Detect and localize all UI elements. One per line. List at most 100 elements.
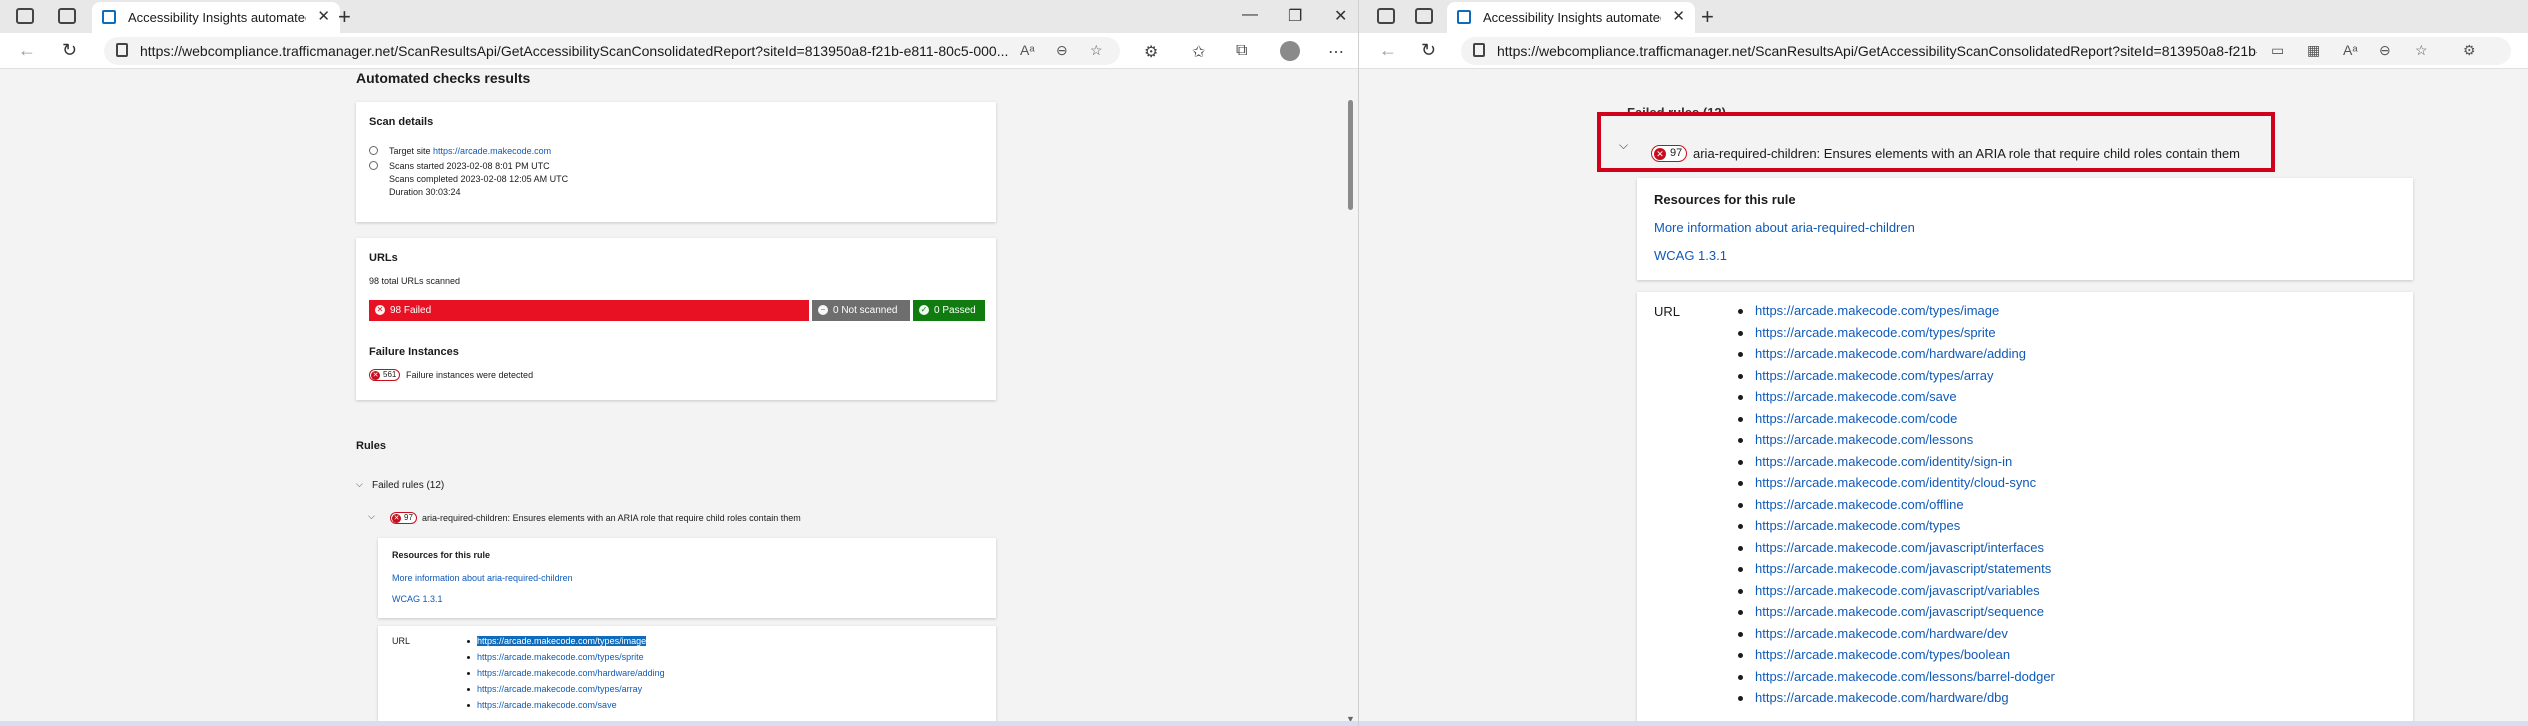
vertical-tabs-icon[interactable] <box>1415 8 1433 24</box>
extensions-icon[interactable]: ⚙ <box>1144 42 1158 62</box>
scan-duration: Duration 30:03:24 <box>389 187 461 197</box>
back-icon[interactable]: ← <box>1379 40 1397 61</box>
list-item[interactable]: https://arcade.makecode.com/save <box>1735 389 2055 411</box>
resources-card: Resources for this rule More information… <box>378 538 996 618</box>
list-item[interactable]: https://arcade.makecode.com/identity/clo… <box>1735 475 2055 497</box>
plus-icon[interactable]: + <box>1701 4 1714 30</box>
tab-accessibility-insights[interactable]: Accessibility Insights automated ✕ <box>1447 2 1695 33</box>
list-item[interactable]: https://arcade.makecode.com/types/array <box>1735 368 2055 390</box>
passed-bar: ✓ 0 Passed <box>913 300 985 321</box>
resources-title: Resources for this rule <box>1654 192 1796 207</box>
chevron-down-icon[interactable]: ⌵ <box>356 479 363 490</box>
url-list: https://arcade.makecode.com/types/image … <box>464 636 665 716</box>
clock-icon <box>369 161 378 170</box>
favorite-icon[interactable]: ☆ <box>2415 42 2428 59</box>
list-item[interactable]: https://arcade.makecode.com/hardware/add… <box>464 668 665 684</box>
read-aloud-icon[interactable]: Aᵃ <box>2343 42 2358 58</box>
list-item[interactable]: https://arcade.makecode.com/types/array <box>464 684 665 700</box>
refresh-icon[interactable]: ↻ <box>62 40 77 61</box>
address-bar[interactable]: https://webcompliance.trafficmanager.net… <box>1461 37 2511 65</box>
urls-total: 98 total URLs scanned <box>369 276 461 286</box>
list-item[interactable]: https://arcade.makecode.com/types/boolea… <box>1735 647 2055 669</box>
wcag-link[interactable]: WCAG 1.3.1 <box>392 594 443 604</box>
chevron-down-icon[interactable]: ⌵ <box>1619 138 1628 153</box>
list-item[interactable]: https://arcade.makecode.com/types/sprite <box>1735 325 2055 347</box>
list-item[interactable]: https://arcade.makecode.com/lessons/barr… <box>1735 669 2055 691</box>
address-toolbar: ← ↻ https://webcompliance.trafficmanager… <box>0 33 1358 69</box>
scrollbar-thumb[interactable] <box>1348 100 1353 210</box>
zoom-icon[interactable]: ⊖ <box>2379 42 2391 59</box>
failed-rules-toggle[interactable]: Failed rules (12) <box>372 480 444 491</box>
failed-bar: ✕ 98 Failed <box>369 300 809 321</box>
list-item[interactable]: https://arcade.makecode.com/identity/sig… <box>1735 454 2055 476</box>
list-item[interactable]: https://arcade.makecode.com/javascript/s… <box>1735 561 2055 583</box>
profile-icon[interactable] <box>1280 41 1300 61</box>
more-info-link[interactable]: More information about aria-required-chi… <box>392 573 573 583</box>
error-icon: ✕ <box>371 371 380 380</box>
page-content: Automated checks results Scan details Ta… <box>0 70 1358 726</box>
rule-title[interactable]: aria-required-children: Ensures elements… <box>1693 146 2240 161</box>
read-aloud-icon[interactable]: Aᵃ <box>1020 42 1035 58</box>
close-icon[interactable]: ✕ <box>317 7 330 25</box>
refresh-icon[interactable]: ↻ <box>1421 40 1436 61</box>
error-icon: ✕ <box>375 305 385 315</box>
scan-completed: Scans completed 2023-02-08 12:05 AM UTC <box>389 174 569 184</box>
url-list: https://arcade.makecode.com/types/image … <box>1735 303 2055 712</box>
chevron-down-icon[interactable]: ⌵ <box>368 511 375 522</box>
list-item[interactable]: https://arcade.makecode.com/javascript/s… <box>1735 604 2055 626</box>
list-item[interactable]: https://arcade.makecode.com/types/image <box>1735 303 2055 325</box>
wcag-link[interactable]: WCAG 1.3.1 <box>1654 248 1727 263</box>
list-item[interactable]: https://arcade.makecode.com/code <box>1735 411 2055 433</box>
favorites-icon[interactable]: ✩ <box>1192 42 1205 62</box>
globe-icon <box>369 146 378 155</box>
rule-title[interactable]: aria-required-children: Ensures elements… <box>422 513 801 523</box>
zoom-icon[interactable]: ⊖ <box>1056 42 1068 59</box>
address-toolbar: ← ↻ https://webcompliance.trafficmanager… <box>1359 33 2528 69</box>
workspaces-icon[interactable] <box>1377 8 1395 24</box>
close-icon[interactable]: ✕ <box>1672 7 1685 25</box>
restore-icon[interactable]: ❐ <box>1288 6 1302 26</box>
plus-icon[interactable]: + <box>338 4 351 30</box>
list-item[interactable]: https://arcade.makecode.com/types <box>1735 518 2055 540</box>
list-item[interactable]: https://arcade.makecode.com/save <box>464 700 665 716</box>
list-item[interactable]: https://arcade.makecode.com/hardware/dev <box>1735 626 2055 648</box>
tab-title: Accessibility Insights automated <box>1483 10 1661 25</box>
vertical-scrollbar[interactable]: ▼ <box>1344 70 1358 726</box>
more-info-link[interactable]: More information about aria-required-chi… <box>1654 220 1915 235</box>
url-list-card: URL https://arcade.makecode.com/types/im… <box>378 626 996 726</box>
back-icon[interactable]: ← <box>18 40 36 61</box>
qr-icon[interactable]: ▦ <box>2307 42 2320 59</box>
favorite-icon[interactable]: ☆ <box>1090 42 1103 59</box>
url-text[interactable]: https://webcompliance.trafficmanager.net… <box>1497 43 2257 59</box>
target-site-link[interactable]: https://arcade.makecode.com <box>433 146 551 156</box>
page-icon <box>1457 10 1471 24</box>
urls-card: URLs 98 total URLs scanned ✕ 98 Failed −0… <box>356 238 996 400</box>
page-icon <box>102 10 116 24</box>
check-icon: ✓ <box>919 305 929 315</box>
list-item[interactable]: https://arcade.makecode.com/hardware/dbg <box>1735 690 2055 712</box>
list-item[interactable]: https://arcade.makecode.com/hardware/add… <box>1735 346 2055 368</box>
device-icon[interactable]: ▭ <box>2271 42 2284 59</box>
failure-instances-text: Failure instances were detected <box>406 370 534 380</box>
list-item[interactable]: https://arcade.makecode.com/javascript/v… <box>1735 583 2055 605</box>
minimize-icon[interactable]: — <box>1242 6 1258 24</box>
workspaces-icon[interactable] <box>16 8 34 24</box>
resources-title: Resources for this rule <box>392 550 491 560</box>
tab-strip: Accessibility Insights automated ✕ + — ❐… <box>0 0 1358 33</box>
not-scanned-bar: −0 Not scanned <box>812 300 910 321</box>
more-icon[interactable]: ⋯ <box>1328 42 1344 62</box>
collections-icon[interactable]: ⧉ <box>1236 42 1247 60</box>
list-item[interactable]: https://arcade.makecode.com/lessons <box>1735 432 2055 454</box>
vertical-tabs-icon[interactable] <box>58 8 76 24</box>
list-item[interactable]: https://arcade.makecode.com/types/sprite <box>464 652 665 668</box>
tab-accessibility-insights[interactable]: Accessibility Insights automated ✕ <box>92 2 340 33</box>
list-item[interactable]: https://arcade.makecode.com/types/image <box>464 636 665 652</box>
url-text[interactable]: https://webcompliance.trafficmanager.net… <box>140 43 1040 59</box>
tab-title: Accessibility Insights automated <box>128 10 306 25</box>
list-item[interactable]: https://arcade.makecode.com/offline <box>1735 497 2055 519</box>
extensions-icon[interactable]: ⚙ <box>2463 42 2476 59</box>
close-icon[interactable]: ✕ <box>1334 6 1347 26</box>
list-item[interactable]: https://arcade.makecode.com/javascript/i… <box>1735 540 2055 562</box>
scan-details-card: Scan details Target site https://arcade.… <box>356 102 996 222</box>
address-bar[interactable]: https://webcompliance.trafficmanager.net… <box>104 37 1120 65</box>
